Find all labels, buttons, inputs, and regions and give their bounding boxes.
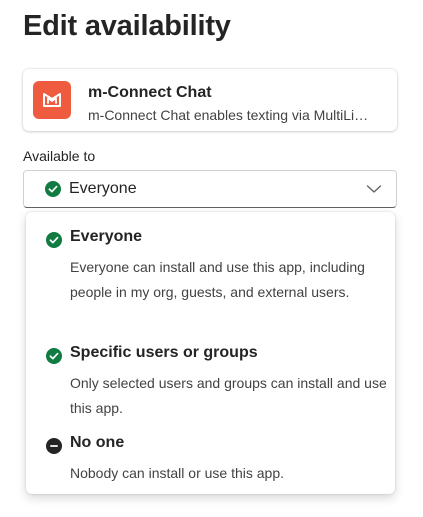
option-title: Specific users or groups	[70, 344, 258, 361]
check-circle-icon	[46, 348, 62, 364]
option-description: Only selected users and groups can insta…	[70, 375, 387, 416]
option-everyone[interactable]: Everyone Everyone can install and use th…	[26, 228, 395, 326]
app-name: m-Connect Chat	[88, 84, 212, 101]
app-card: m-Connect Chat m-Connect Chat enables te…	[23, 69, 397, 131]
option-specific-users-or-groups[interactable]: Specific users or groups Only selected u…	[26, 344, 395, 416]
dropdown-selected-value: Everyone	[69, 180, 137, 197]
page-title: Edit availability	[23, 10, 231, 42]
app-description: m-Connect Chat enables texting via Multi…	[88, 107, 369, 123]
option-title: Everyone	[70, 228, 143, 245]
chevron-down-icon	[366, 183, 382, 195]
minus-circle-icon	[46, 438, 62, 454]
option-description: Everyone can install and use this app, i…	[70, 259, 365, 300]
check-circle-icon	[46, 232, 62, 248]
check-circle-icon	[45, 181, 61, 197]
option-description: Nobody can install or use this app.	[70, 465, 285, 481]
option-no-one[interactable]: No one Nobody can install or use this ap…	[26, 434, 395, 482]
availability-options-listbox: Everyone Everyone can install and use th…	[26, 212, 395, 494]
available-to-label: Available to	[23, 148, 96, 164]
m-connect-logo-icon	[33, 81, 71, 119]
option-title: No one	[70, 434, 125, 451]
availability-dropdown[interactable]: Everyone	[23, 170, 397, 208]
